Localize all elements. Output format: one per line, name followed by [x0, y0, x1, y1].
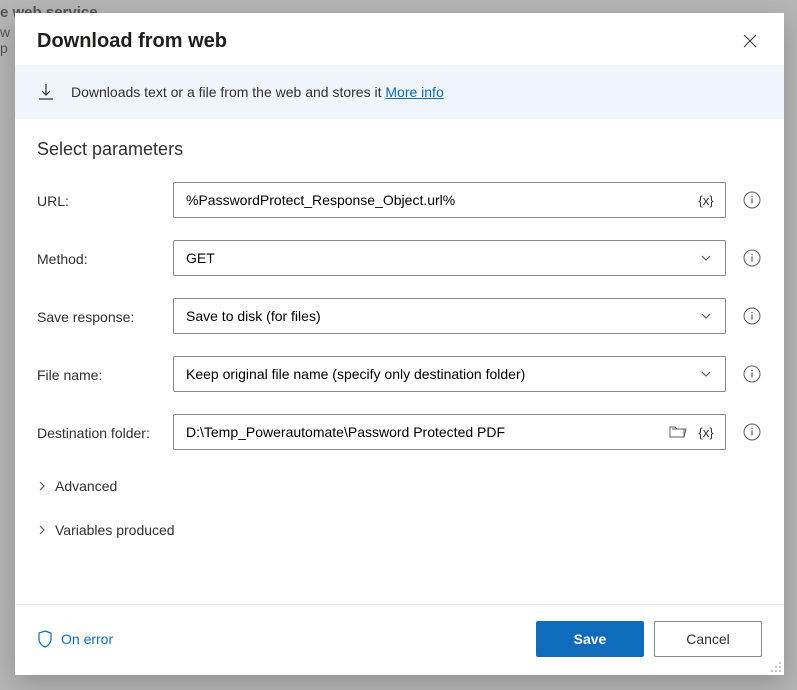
- variables-label: Variables produced: [55, 522, 175, 538]
- url-label: URL:: [37, 191, 163, 209]
- chevron-down-icon: [700, 310, 712, 322]
- chevron-down-icon: [700, 368, 712, 380]
- save-response-row: Save response: Save to disk (for files): [37, 298, 762, 334]
- close-icon: [743, 34, 757, 48]
- on-error-button[interactable]: On error: [37, 630, 113, 648]
- variable-picker-button[interactable]: {x}: [696, 422, 716, 442]
- method-chevron: [696, 248, 716, 268]
- method-select[interactable]: GET: [173, 240, 726, 276]
- save-response-label: Save response:: [37, 307, 163, 325]
- save-response-chevron: [696, 306, 716, 326]
- shield-icon: [37, 630, 53, 648]
- section-title: Select parameters: [37, 139, 762, 160]
- file-name-select[interactable]: Keep original file name (specify only de…: [173, 356, 726, 392]
- advanced-expander[interactable]: Advanced: [37, 472, 762, 500]
- dialog-body: Select parameters URL: {x} Method: GET: [15, 119, 784, 604]
- footer-buttons: Save Cancel: [536, 621, 762, 657]
- file-name-label: File name:: [37, 365, 163, 383]
- save-response-select[interactable]: Save to disk (for files): [173, 298, 726, 334]
- method-label: Method:: [37, 249, 163, 267]
- chevron-down-icon: [700, 252, 712, 264]
- resize-grip-icon[interactable]: [770, 661, 782, 673]
- info-icon: [743, 249, 761, 267]
- download-icon: [37, 83, 55, 101]
- dialog-footer: On error Save Cancel: [15, 604, 784, 675]
- method-help-button[interactable]: [742, 248, 762, 268]
- dest-folder-help-button[interactable]: [742, 422, 762, 442]
- variable-icon: {x}: [698, 425, 713, 440]
- dest-folder-row: Destination folder: {x}: [37, 414, 762, 450]
- chevron-right-icon: [37, 525, 47, 535]
- info-icon: [743, 191, 761, 209]
- dest-folder-input[interactable]: [173, 414, 726, 450]
- banner-text: Downloads text or a file from the web an…: [71, 84, 444, 100]
- cancel-button[interactable]: Cancel: [654, 621, 762, 657]
- url-input[interactable]: [173, 182, 726, 218]
- dialog-header: Download from web: [15, 13, 784, 65]
- file-name-row: File name: Keep original file name (spec…: [37, 356, 762, 392]
- save-response-help-button[interactable]: [742, 306, 762, 326]
- file-name-help-button[interactable]: [742, 364, 762, 384]
- browse-folder-button[interactable]: [668, 422, 688, 442]
- on-error-label: On error: [61, 631, 113, 647]
- advanced-label: Advanced: [55, 478, 117, 494]
- info-icon: [743, 365, 761, 383]
- dialog-title: Download from web: [37, 30, 227, 53]
- variable-picker-button[interactable]: {x}: [696, 190, 716, 210]
- url-row: URL: {x}: [37, 182, 762, 218]
- method-row: Method: GET: [37, 240, 762, 276]
- info-icon: [743, 423, 761, 441]
- save-button[interactable]: Save: [536, 621, 644, 657]
- info-banner: Downloads text or a file from the web an…: [15, 65, 784, 119]
- chevron-right-icon: [37, 481, 47, 491]
- download-from-web-dialog: Download from web Downloads text or a fi…: [15, 13, 784, 675]
- url-help-button[interactable]: [742, 190, 762, 210]
- close-button[interactable]: [738, 29, 762, 53]
- folder-icon: [669, 425, 687, 439]
- file-name-chevron: [696, 364, 716, 384]
- info-icon: [743, 307, 761, 325]
- dest-folder-label: Destination folder:: [37, 423, 163, 441]
- variables-expander[interactable]: Variables produced: [37, 516, 762, 544]
- more-info-link[interactable]: More info: [385, 84, 443, 100]
- variable-icon: {x}: [698, 193, 713, 208]
